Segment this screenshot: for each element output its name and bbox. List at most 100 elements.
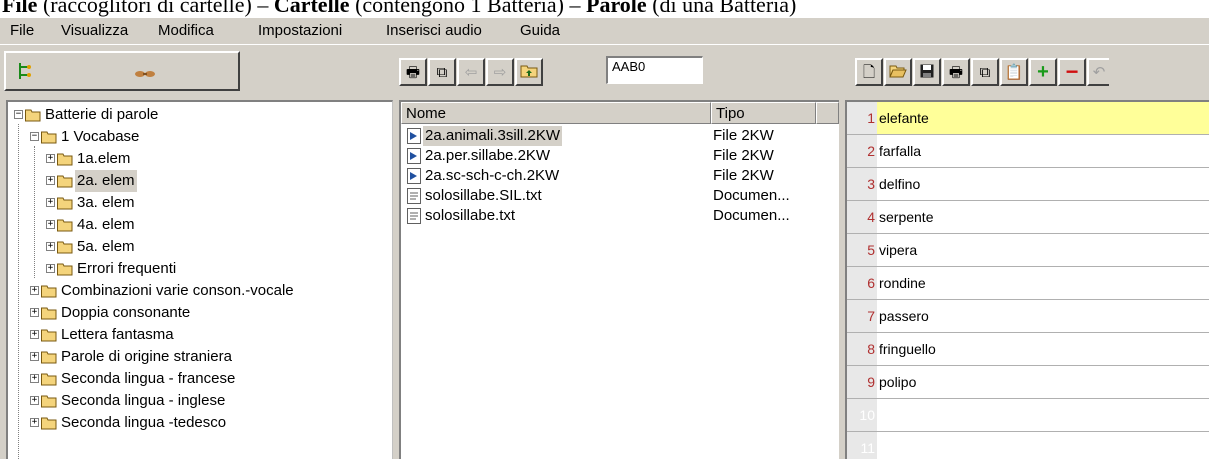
word-text[interactable] — [877, 432, 1209, 459]
word-row[interactable]: 1 elefante — [847, 102, 1209, 135]
expand-icon[interactable]: + — [46, 154, 55, 163]
undo-button[interactable]: ↶ — [1087, 58, 1109, 86]
expand-icon[interactable]: + — [46, 242, 55, 251]
paste-button[interactable]: 📋 — [1000, 58, 1028, 86]
expand-icon[interactable]: + — [30, 374, 39, 383]
column-header-type[interactable]: Tipo — [711, 102, 816, 124]
column-header-name[interactable]: Nome — [401, 102, 711, 124]
word-text[interactable]: serpente — [877, 201, 1209, 233]
word-row[interactable]: 8 fringuello — [847, 333, 1209, 366]
word-row[interactable]: 11 — [847, 432, 1209, 459]
word-text[interactable]: passero — [877, 300, 1209, 332]
word-text[interactable]: delfino — [877, 168, 1209, 200]
tree-label: Doppia consonante — [61, 304, 191, 321]
word-row[interactable]: 3 delfino — [847, 168, 1209, 201]
file-2kw-icon — [407, 168, 421, 184]
open-button[interactable] — [884, 58, 912, 86]
word-row[interactable]: 5 vipera — [847, 234, 1209, 267]
expand-icon[interactable]: + — [46, 176, 55, 185]
tree-label: 1a.elem — [77, 150, 131, 167]
tree-label: Seconda lingua - francese — [61, 370, 236, 387]
printer-icon: 🖶 — [405, 63, 421, 81]
word-row[interactable]: 2 farfalla — [847, 135, 1209, 168]
word-number: 1 — [867, 110, 875, 126]
folder-icon — [57, 219, 73, 232]
expand-icon[interactable]: + — [46, 220, 55, 229]
tree-label: 3a. elem — [77, 194, 135, 211]
menu-modifica[interactable]: Modifica — [158, 18, 214, 44]
word-row[interactable]: 10 — [847, 399, 1209, 432]
copy-icon: ⧉ — [979, 63, 991, 81]
menu-file[interactable]: File — [10, 18, 34, 44]
expand-icon[interactable]: + — [46, 264, 55, 273]
path-field[interactable]: AAB0 — [606, 56, 703, 84]
copy-button[interactable]: ⧉ — [428, 58, 456, 86]
add-word-button[interactable]: + — [1029, 58, 1057, 86]
up-folder-button[interactable] — [515, 58, 543, 86]
expand-icon[interactable]: + — [30, 308, 39, 317]
column-header-extra[interactable] — [816, 102, 839, 124]
back-button[interactable]: ⇦ — [457, 58, 485, 86]
print-words-button[interactable]: 🖶 — [942, 58, 970, 86]
menu-visualizza[interactable]: Visualizza — [61, 18, 128, 44]
collapse-icon[interactable]: − — [14, 110, 23, 119]
open-folder-icon — [41, 131, 57, 144]
menu-inserisci-audio[interactable]: Inserisci audio — [386, 18, 482, 44]
remove-word-button[interactable]: − — [1058, 58, 1086, 86]
expand-icon[interactable]: + — [30, 352, 39, 361]
word-row[interactable]: 6 rondine — [847, 267, 1209, 300]
expand-icon[interactable]: + — [46, 198, 55, 207]
expand-icon[interactable]: + — [30, 330, 39, 339]
folder-icon — [57, 263, 73, 276]
folder-icon — [41, 373, 57, 386]
file-list: Nome Tipo 2a.animali.3sill.2KW File 2KW … — [399, 100, 839, 459]
word-number: 4 — [867, 209, 875, 225]
caption-files: File — [2, 0, 38, 17]
menu-impostazioni[interactable]: Impostazioni — [258, 18, 342, 44]
collapse-icon[interactable]: − — [30, 132, 39, 141]
word-text[interactable]: vipera — [877, 234, 1209, 266]
tree-label: 1 Vocabase — [61, 128, 140, 145]
file-name: solosillabe.txt — [425, 207, 516, 224]
file-type: Documen... — [713, 187, 790, 204]
expand-icon[interactable]: + — [30, 418, 39, 427]
word-text[interactable] — [877, 399, 1209, 431]
tree-label-selected: 2a. elem — [75, 170, 137, 192]
save-button[interactable] — [913, 58, 941, 86]
caption-folders: Cartelle — [273, 0, 350, 17]
word-text[interactable]: fringuello — [877, 333, 1209, 365]
file-row[interactable]: 2a.animali.3sill.2KW File 2KW — [401, 126, 831, 146]
menu-bar: File Visualizza Modifica Impostazioni In… — [0, 18, 1209, 45]
copy-icon: ⧉ — [436, 63, 448, 81]
word-row[interactable]: 9 polipo — [847, 366, 1209, 399]
new-button[interactable]: 🗋 — [855, 58, 883, 86]
sparkle-tree-icon — [16, 61, 34, 86]
word-text[interactable]: farfalla — [877, 135, 1209, 167]
tree-action-button[interactable] — [4, 51, 240, 91]
tree-label: Combinazioni varie conson.-vocale — [61, 282, 294, 299]
file-type: Documen... — [713, 207, 790, 224]
forward-button[interactable]: ⇨ — [486, 58, 514, 86]
word-number: 8 — [867, 341, 875, 357]
print-button[interactable]: 🖶 — [399, 58, 427, 86]
menu-guida[interactable]: Guida — [520, 18, 560, 44]
file-row[interactable]: solosillabe.SIL.txt Documen... — [401, 186, 831, 206]
copy-words-button[interactable]: ⧉ — [971, 58, 999, 86]
tree-label: 5a. elem — [77, 238, 135, 255]
word-row[interactable]: 7 passero — [847, 300, 1209, 333]
expand-icon[interactable]: + — [30, 396, 39, 405]
file-row[interactable]: 2a.sc-sch-c-ch.2KW File 2KW — [401, 166, 831, 186]
expand-icon[interactable]: + — [30, 286, 39, 295]
new-document-icon: 🗋 — [862, 63, 876, 81]
file-row[interactable]: 2a.per.sillabe.2KW File 2KW — [401, 146, 831, 166]
word-row[interactable]: 4 serpente — [847, 201, 1209, 234]
folder-tree: − Batterie di parole − 1 Vocabase + 1a.e… — [6, 100, 393, 459]
file-name: 2a.sc-sch-c-ch.2KW — [425, 167, 560, 184]
file-row[interactable]: solosillabe.txt Documen... — [401, 206, 831, 226]
word-text[interactable]: rondine — [877, 267, 1209, 299]
word-text[interactable]: polipo — [877, 366, 1209, 398]
word-text[interactable]: elefante — [877, 102, 1209, 134]
folder-icon — [57, 241, 73, 254]
plus-icon: + — [1037, 61, 1049, 83]
word-number: 2 — [867, 143, 875, 159]
